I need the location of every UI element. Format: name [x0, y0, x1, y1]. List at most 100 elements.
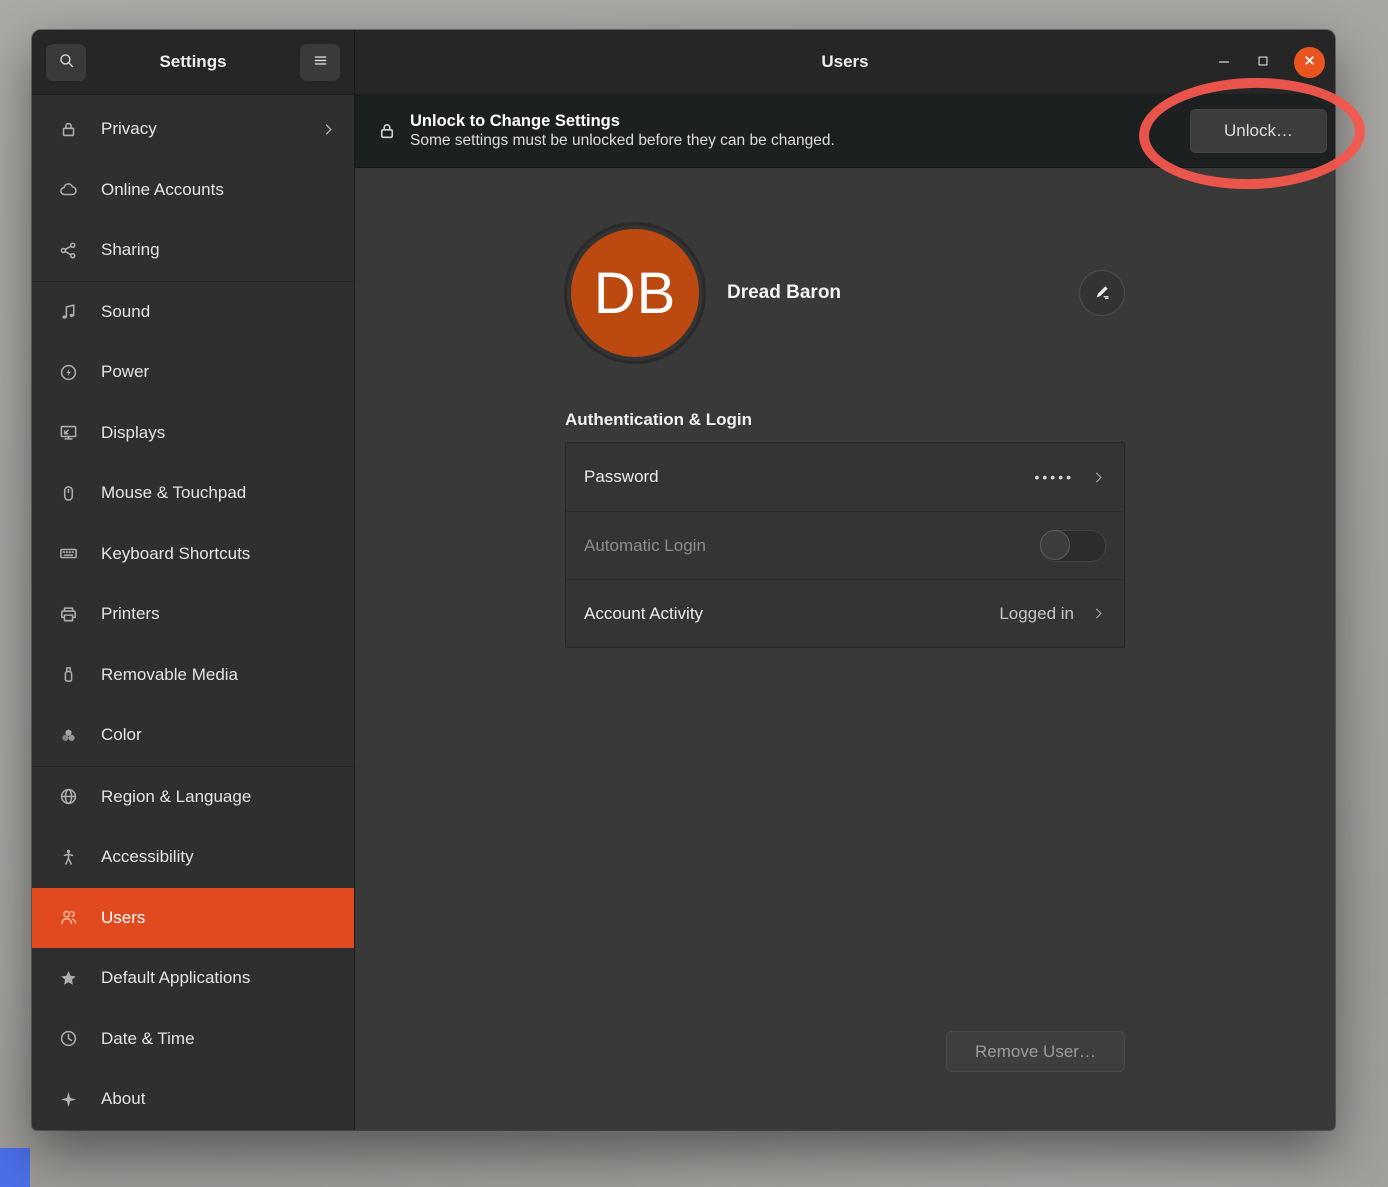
window-controls [1216, 47, 1335, 78]
flash-drive-icon [59, 665, 78, 684]
sidebar-item-label: Sharing [101, 240, 160, 260]
sidebar-item-removable-media[interactable]: Removable Media [32, 645, 354, 706]
accessibility-icon [59, 848, 78, 867]
auth-section-heading: Authentication & Login [565, 410, 1125, 430]
menu-icon [312, 52, 329, 72]
footer-row: Remove User… [565, 1031, 1125, 1130]
sidebar-item-label: Printers [101, 604, 160, 624]
display-icon [59, 423, 78, 442]
sidebar-item-label: Displays [101, 423, 165, 443]
minimize-button[interactable] [1216, 53, 1232, 72]
star-icon [59, 969, 78, 988]
maximize-icon [1256, 54, 1270, 71]
globe-icon [59, 787, 78, 806]
wallpaper-blue-patch [0, 1148, 30, 1187]
sidebar-header: Settings [32, 30, 354, 95]
row-account-activity[interactable]: Account Activity Logged in [566, 579, 1124, 647]
search-button[interactable] [46, 44, 86, 81]
power-icon [59, 363, 78, 382]
sidebar-item-mouse-touchpad[interactable]: Mouse & Touchpad [32, 463, 354, 524]
music-note-icon [59, 302, 78, 321]
sparkle-icon [59, 1090, 78, 1109]
app-title: Settings [86, 52, 300, 72]
minimize-icon [1216, 53, 1232, 72]
sidebar-item-privacy[interactable]: Privacy [32, 99, 354, 160]
avatar[interactable]: DB [571, 229, 699, 357]
sidebar-item-users[interactable]: Users [32, 888, 354, 949]
user-profile-row: DB Dread Baron [565, 223, 1125, 363]
header-bar: Users [355, 30, 1335, 95]
sidebar-item-label: Keyboard Shortcuts [101, 544, 250, 564]
unlock-button[interactable]: Unlock… [1190, 109, 1327, 153]
sidebar-item-power[interactable]: Power [32, 342, 354, 403]
unlock-banner-title: Unlock to Change Settings [410, 112, 835, 131]
sidebar-item-label: Sound [101, 302, 150, 322]
sidebar-item-label: Accessibility [101, 847, 194, 867]
sidebar-item-label: Date & Time [101, 1029, 195, 1049]
users-panel: DB Dread Baron Authentication & Login Pa… [355, 168, 1335, 1130]
maximize-button[interactable] [1256, 54, 1270, 71]
sidebar-item-label: Power [101, 362, 149, 382]
sidebar-item-label: Online Accounts [101, 180, 224, 200]
row-label: Automatic Login [584, 536, 706, 556]
users-icon [59, 908, 78, 927]
sidebar-item-label: Mouse & Touchpad [101, 483, 246, 503]
search-icon [58, 52, 75, 72]
row-label: Account Activity [584, 604, 703, 624]
sidebar-item-label: Removable Media [101, 665, 238, 685]
edit-name-button[interactable] [1079, 270, 1125, 316]
chevron-right-icon [1091, 606, 1106, 621]
sidebar-item-label: Default Applications [101, 968, 250, 988]
row-right: ••••• [1034, 469, 1106, 485]
sidebar-item-color[interactable]: Color [32, 705, 354, 766]
row-right: Logged in [999, 604, 1106, 624]
auth-panel: Password••••• Automatic Login Account Acti… [565, 442, 1125, 648]
main-pane: Users Unlock to Change Settings [355, 30, 1335, 1130]
sidebar-item-sound[interactable]: Sound [32, 282, 354, 343]
sidebar-item-label: Color [101, 725, 142, 745]
lock-icon [59, 120, 78, 139]
sidebar-item-region-language[interactable]: Region & Language [32, 767, 354, 828]
sidebar-item-printers[interactable]: Printers [32, 584, 354, 645]
sidebar-item-label: Region & Language [101, 787, 251, 807]
cloud-icon [59, 180, 78, 199]
close-button[interactable] [1294, 47, 1325, 78]
sidebar-item-displays[interactable]: Displays [32, 403, 354, 464]
chevron-right-icon [321, 122, 336, 137]
printer-icon [59, 605, 78, 624]
sidebar-item-keyboard-shortcuts[interactable]: Keyboard Shortcuts [32, 524, 354, 585]
row-value: Logged in [999, 604, 1074, 624]
primary-menu-button[interactable] [300, 44, 340, 81]
row-value: ••••• [1034, 469, 1074, 485]
automatic-login-toggle[interactable] [1040, 530, 1106, 562]
settings-window: Settings Privacy Online Accounts Sharing So… [32, 30, 1335, 1130]
desktop-background: Settings Privacy Online Accounts Sharing So… [0, 0, 1388, 1187]
sidebar-item-default-applications[interactable]: Default Applications [32, 948, 354, 1009]
unlock-banner-text: Unlock to Change Settings Some settings … [410, 112, 835, 150]
clock-icon [59, 1029, 78, 1048]
keyboard-icon [59, 544, 78, 563]
sidebar-item-about[interactable]: About [32, 1069, 354, 1130]
sidebar: Settings Privacy Online Accounts Sharing So… [32, 30, 355, 1130]
close-icon [1302, 53, 1317, 71]
sidebar-item-sharing[interactable]: Sharing [32, 220, 354, 281]
remove-user-button[interactable]: Remove User… [946, 1031, 1125, 1072]
sidebar-item-label: Privacy [101, 119, 157, 139]
row-password[interactable]: Password••••• [566, 443, 1124, 511]
row-automatic-login: Automatic Login [566, 511, 1124, 579]
sidebar-nav: Privacy Online Accounts Sharing Sound Power D… [32, 95, 354, 1130]
row-right [1040, 530, 1106, 562]
sidebar-item-date-time[interactable]: Date & Time [32, 1009, 354, 1070]
lock-icon [377, 121, 397, 141]
unlock-banner-subtitle: Some settings must be unlocked before th… [410, 132, 835, 150]
mouse-icon [59, 484, 78, 503]
user-full-name: Dread Baron [727, 282, 841, 304]
sidebar-item-online-accounts[interactable]: Online Accounts [32, 160, 354, 221]
color-icon [59, 726, 78, 745]
sidebar-item-label: About [101, 1089, 145, 1109]
unlock-banner: Unlock to Change Settings Some settings … [355, 95, 1335, 168]
share-icon [59, 241, 78, 260]
pencil-icon [1093, 282, 1112, 304]
page-title: Users [355, 52, 1335, 72]
sidebar-item-accessibility[interactable]: Accessibility [32, 827, 354, 888]
